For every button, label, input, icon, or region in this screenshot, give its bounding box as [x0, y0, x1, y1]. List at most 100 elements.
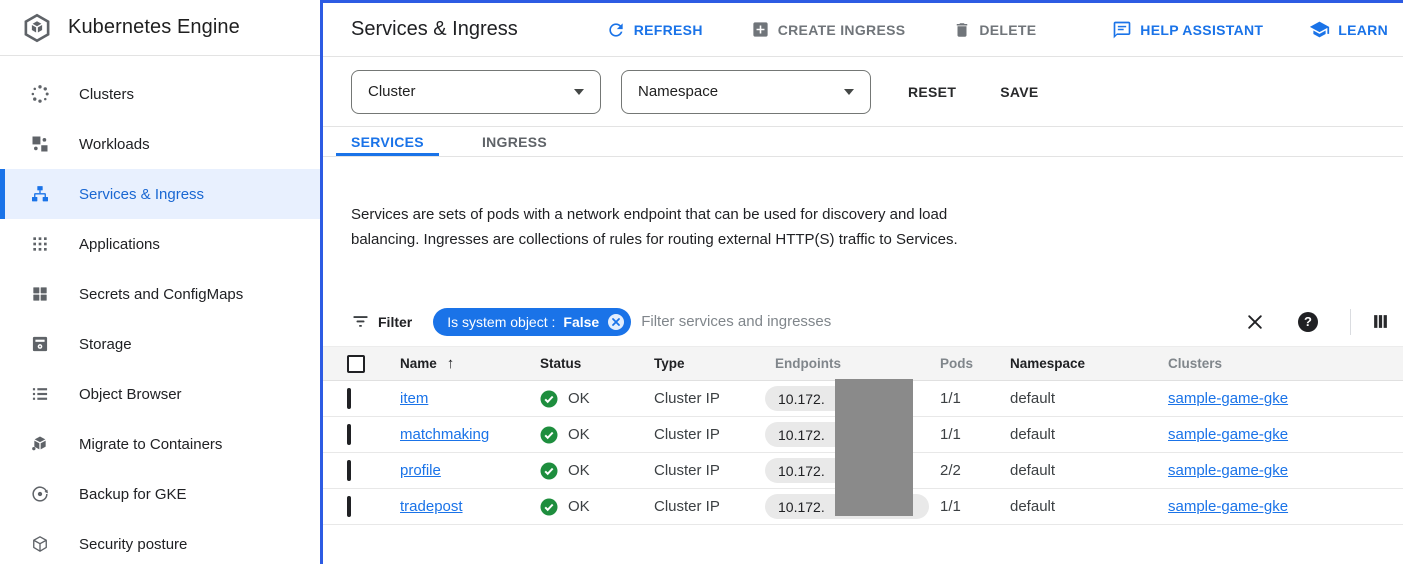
namespace-select-label: Namespace	[638, 83, 718, 100]
cluster-link[interactable]: sample-game-gke	[1168, 498, 1288, 515]
column-header-name[interactable]: Name ↑	[400, 355, 540, 372]
tab-bar: SERVICES INGRESS	[323, 127, 1403, 157]
chat-icon	[1112, 20, 1132, 40]
sidebar-item-secrets-configmaps[interactable]: Secrets and ConfigMaps	[0, 269, 320, 319]
reset-button[interactable]: RESET	[908, 84, 956, 100]
sidebar-item-object-browser[interactable]: Object Browser	[0, 369, 320, 419]
status-ok-icon	[540, 390, 558, 408]
select-all-checkbox[interactable]	[347, 355, 365, 373]
refresh-button[interactable]: REFRESH	[606, 20, 703, 40]
tab-ingress[interactable]: INGRESS	[467, 127, 562, 156]
help-icon[interactable]: ?	[1298, 312, 1318, 332]
sidebar-item-security-posture[interactable]: Security posture	[0, 519, 320, 564]
row-checkbox[interactable]	[347, 424, 351, 445]
row-checkbox[interactable]	[347, 496, 351, 517]
clusters-icon	[30, 84, 50, 104]
divider	[1350, 309, 1351, 335]
kubernetes-engine-logo-icon	[22, 13, 52, 43]
backup-gke-icon	[30, 484, 50, 504]
learn-label: LEARN	[1338, 22, 1388, 38]
service-type: Cluster IP	[654, 498, 765, 515]
learn-button[interactable]: LEARN	[1309, 19, 1388, 40]
create-ingress-label: CREATE INGRESS	[778, 22, 906, 38]
help-assistant-button[interactable]: HELP ASSISTANT	[1112, 20, 1263, 40]
services-ingress-icon	[30, 184, 50, 204]
cluster-link[interactable]: sample-game-gke	[1168, 426, 1288, 443]
pods-count: 2/2	[940, 462, 1010, 479]
redaction-overlay	[835, 379, 913, 516]
delete-button[interactable]: DELETE	[953, 21, 1036, 39]
filter-label: Filter	[378, 314, 412, 330]
refresh-label: REFRESH	[634, 22, 703, 38]
service-name-link[interactable]: matchmaking	[400, 426, 489, 443]
sidebar-item-applications[interactable]: Applications	[0, 219, 320, 269]
save-button[interactable]: SAVE	[1000, 84, 1038, 100]
namespace-value: default	[1010, 498, 1168, 515]
toolbar-right-actions: HELP ASSISTANT LEARN	[1112, 19, 1388, 40]
sidebar-item-label: Services & Ingress	[79, 186, 204, 203]
filter-search-input[interactable]	[639, 312, 1245, 331]
status-text: OK	[568, 390, 590, 407]
sidebar: Kubernetes Engine Clusters	[0, 0, 320, 564]
sidebar-item-label: Migrate to Containers	[79, 436, 222, 453]
sort-ascending-icon: ↑	[447, 355, 455, 372]
security-posture-icon	[30, 534, 50, 554]
graduation-cap-icon	[1309, 19, 1330, 40]
page-toolbar: Services & Ingress REFRESH	[323, 3, 1403, 57]
storage-icon	[30, 334, 50, 354]
status-text: OK	[568, 498, 590, 515]
table-filter-bar: Filter Is system object : False	[323, 297, 1403, 347]
sidebar-item-workloads[interactable]: Workloads	[0, 119, 320, 169]
sidebar-item-storage[interactable]: Storage	[0, 319, 320, 369]
cluster-link[interactable]: sample-game-gke	[1168, 390, 1288, 407]
status-ok-icon	[540, 426, 558, 444]
row-checkbox[interactable]	[347, 460, 351, 481]
filter-funnel-icon	[351, 312, 370, 331]
pods-count: 1/1	[940, 390, 1010, 407]
pods-count: 1/1	[940, 426, 1010, 443]
chip-remove-icon[interactable]	[607, 313, 625, 331]
sidebar-item-label: Clusters	[79, 86, 134, 103]
applications-icon	[30, 234, 50, 254]
status-text: OK	[568, 426, 590, 443]
sidebar-item-clusters[interactable]: Clusters	[0, 69, 320, 119]
sidebar-nav: Clusters Workloads	[0, 56, 320, 564]
service-name-link[interactable]: item	[400, 390, 428, 407]
column-header-endpoints: Endpoints	[765, 356, 940, 371]
namespace-value: default	[1010, 426, 1168, 443]
status-text: OK	[568, 462, 590, 479]
status-ok-icon	[540, 498, 558, 516]
namespace-select[interactable]: Namespace	[621, 70, 871, 114]
sidebar-item-migrate-to-containers[interactable]: Migrate to Containers	[0, 419, 320, 469]
filter-bar-icons: ?	[1245, 309, 1389, 335]
sidebar-item-label: Backup for GKE	[79, 486, 187, 503]
migrate-containers-icon	[30, 434, 50, 454]
clear-filters-icon[interactable]	[1245, 312, 1265, 332]
column-header-pods: Pods	[940, 356, 1010, 371]
sidebar-item-services-ingress[interactable]: Services & Ingress	[0, 169, 320, 219]
cluster-link[interactable]: sample-game-gke	[1168, 462, 1288, 479]
scope-filter-row: Cluster Namespace RESET SAVE	[323, 57, 1403, 127]
sidebar-item-label: Security posture	[79, 536, 187, 553]
cluster-select[interactable]: Cluster	[351, 70, 601, 114]
table-header-row: Name ↑ Status Type Endpoints Pods Namesp…	[323, 347, 1403, 381]
row-checkbox[interactable]	[347, 388, 351, 409]
sidebar-item-label: Workloads	[79, 136, 150, 153]
sidebar-item-label: Storage	[79, 336, 132, 353]
service-name-link[interactable]: profile	[400, 462, 441, 479]
gke-console: Kubernetes Engine Clusters	[0, 0, 1403, 564]
create-ingress-button[interactable]: CREATE INGRESS	[751, 20, 906, 39]
toolbar-actions: REFRESH CREATE INGRESS	[606, 20, 1037, 40]
trash-icon	[953, 21, 971, 39]
column-header-clusters: Clusters	[1168, 356, 1403, 371]
namespace-value: default	[1010, 390, 1168, 407]
filter-chip-is-system-object[interactable]: Is system object : False	[433, 308, 631, 336]
tab-services[interactable]: SERVICES	[336, 127, 439, 156]
sidebar-item-label: Object Browser	[79, 386, 182, 403]
page-description: Services are sets of pods with a network…	[323, 157, 1403, 297]
secrets-configmaps-icon	[30, 284, 50, 304]
column-header-type: Type	[654, 356, 765, 371]
service-name-link[interactable]: tradepost	[400, 498, 463, 515]
column-display-icon[interactable]	[1372, 313, 1389, 330]
sidebar-item-backup-for-gke[interactable]: Backup for GKE	[0, 469, 320, 519]
